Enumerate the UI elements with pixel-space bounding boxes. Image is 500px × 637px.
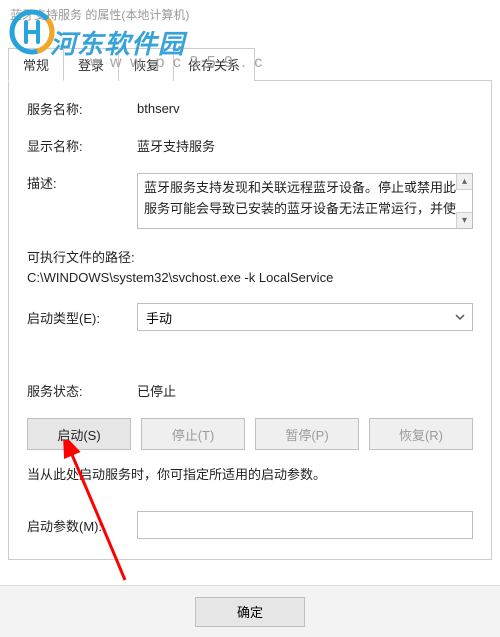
startup-type-value: 手动 xyxy=(146,308,172,327)
label-service-name: 服务名称: xyxy=(27,99,137,118)
label-startup-type: 启动类型(E): xyxy=(27,308,137,327)
scroll-up-icon[interactable]: ▴ xyxy=(456,174,472,190)
watermark-url: w w w. p c 3 5 9 . c xyxy=(90,54,264,72)
startup-type-select[interactable]: 手动 xyxy=(137,303,473,331)
label-exec-path: 可执行文件的路径: xyxy=(27,247,473,266)
bottom-bar: 确定 xyxy=(0,585,500,637)
scroll-down-icon[interactable]: ▾ xyxy=(456,212,472,228)
tab-content: 服务名称: bthserv 显示名称: 蓝牙支持服务 描述: 蓝牙服务支持发现和… xyxy=(8,81,492,560)
control-buttons: 启动(S) 停止(T) 暂停(P) 恢复(R) xyxy=(27,418,473,450)
resume-button: 恢复(R) xyxy=(369,418,473,450)
stop-button: 停止(T) xyxy=(141,418,245,450)
label-start-params: 启动参数(M): xyxy=(27,516,137,535)
chevron-down-icon[interactable] xyxy=(447,303,473,331)
label-service-status: 服务状态: xyxy=(27,381,137,400)
pause-button: 暂停(P) xyxy=(255,418,359,450)
label-description: 描述: xyxy=(27,173,137,192)
ok-button[interactable]: 确定 xyxy=(195,597,305,627)
watermark-logo xyxy=(8,8,56,56)
value-service-name: bthserv xyxy=(137,101,473,116)
value-display-name: 蓝牙支持服务 xyxy=(137,136,473,155)
description-text: 蓝牙服务支持发现和关联远程蓝牙设备。停止或禁用此服务可能会导致已安装的蓝牙设备无… xyxy=(144,180,456,216)
value-exec-path: C:\WINDOWS\system32\svchost.exe -k Local… xyxy=(27,270,473,285)
start-params-input[interactable] xyxy=(137,511,473,539)
hint-text: 当从此处启动服务时，你可指定所适用的启动参数。 xyxy=(27,464,473,483)
value-service-status: 已停止 xyxy=(137,381,473,400)
start-button[interactable]: 启动(S) xyxy=(27,418,131,450)
label-display-name: 显示名称: xyxy=(27,136,137,155)
description-box: 蓝牙服务支持发现和关联远程蓝牙设备。停止或禁用此服务可能会导致已安装的蓝牙设备无… xyxy=(137,173,473,229)
